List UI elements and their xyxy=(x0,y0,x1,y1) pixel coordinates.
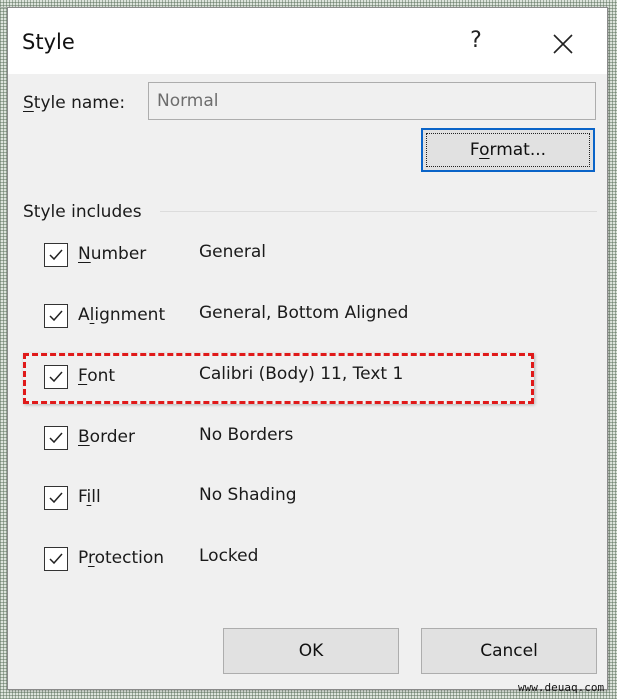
label-text: tyle name: xyxy=(33,93,126,113)
cancel-button[interactable]: Cancel xyxy=(421,628,597,674)
border-value: No Borders xyxy=(199,425,294,445)
font-highlight-annotation xyxy=(23,353,534,404)
sheet-gridline xyxy=(0,7,7,8)
checkmark-icon xyxy=(49,249,63,261)
close-button[interactable] xyxy=(543,24,583,64)
checkmark-icon xyxy=(49,310,63,322)
group-divider xyxy=(160,211,597,212)
help-button[interactable]: ? xyxy=(464,28,488,58)
style-name-label: Style name: xyxy=(23,93,125,113)
border-label[interactable]: Border xyxy=(78,427,135,447)
alignment-checkbox[interactable] xyxy=(44,304,68,328)
fill-value: No Shading xyxy=(199,485,297,505)
number-checkbox[interactable] xyxy=(44,243,68,267)
format-button[interactable]: Format... xyxy=(421,128,595,172)
protection-value: Locked xyxy=(199,546,259,566)
checkmark-icon xyxy=(49,553,63,565)
number-label[interactable]: Number xyxy=(78,244,146,264)
checkmark-icon xyxy=(49,432,63,444)
title-bar: Style ? xyxy=(8,8,607,74)
style-name-input[interactable] xyxy=(148,82,596,120)
style-includes-label: Style includes xyxy=(23,202,142,222)
alignment-value: General, Bottom Aligned xyxy=(199,303,409,323)
mnemonic: S xyxy=(23,93,34,113)
checkmark-icon xyxy=(49,492,63,504)
style-dialog: Style ? Style name: Format... Style incl… xyxy=(7,7,608,690)
number-value: General xyxy=(199,242,266,262)
border-checkbox[interactable] xyxy=(44,426,68,450)
ok-button[interactable]: OK xyxy=(223,628,399,674)
close-icon xyxy=(553,34,573,54)
watermark: www.deuaq.com xyxy=(518,681,605,694)
protection-label[interactable]: Protection xyxy=(78,548,164,568)
fill-checkbox[interactable] xyxy=(44,486,68,510)
dialog-title: Style xyxy=(22,30,75,54)
alignment-label[interactable]: Alignment xyxy=(78,305,165,325)
focus-rectangle xyxy=(426,133,590,167)
fill-label[interactable]: Fill xyxy=(78,487,101,507)
protection-checkbox[interactable] xyxy=(44,547,68,571)
